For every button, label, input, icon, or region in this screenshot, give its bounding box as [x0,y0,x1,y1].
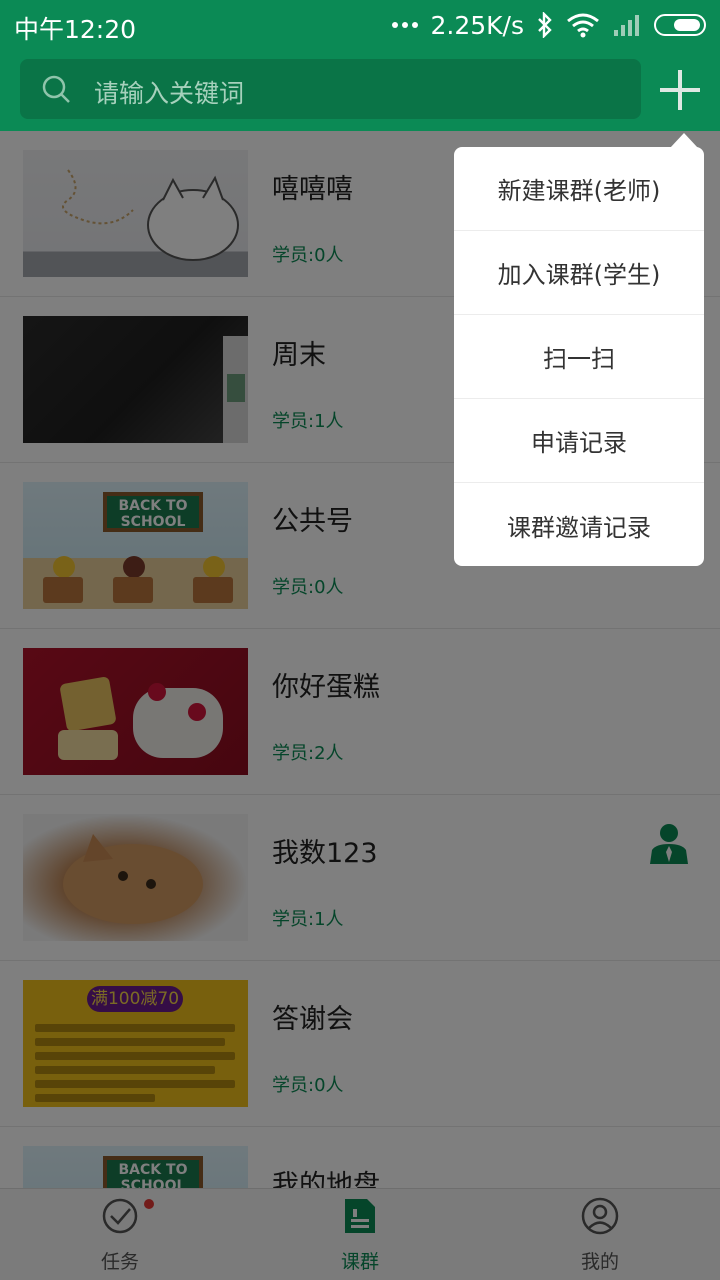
more-dots-icon [392,22,419,28]
menu-join-group[interactable]: 加入课群(学生) [454,231,704,315]
popup-arrow [670,133,698,148]
menu-create-group[interactable]: 新建课群(老师) [454,147,704,231]
menu-invitation-records[interactable]: 课群邀请记录 [454,483,704,566]
header: 请输入关键词 [0,50,720,131]
plus-icon[interactable] [656,66,704,114]
add-menu-popup: 新建课群(老师) 加入课群(学生) 扫一扫 申请记录 课群邀请记录 [454,147,704,566]
status-time: 中午12:20 [14,15,137,44]
search-input[interactable]: 请输入关键词 [20,59,641,119]
status-icons: 2.25K/s [392,8,706,42]
signal-icon [614,15,639,36]
network-speed: 2.25K/s [430,10,524,40]
bluetooth-icon [538,12,552,38]
search-icon [42,75,70,103]
battery-icon [654,14,706,36]
wifi-icon [567,13,599,38]
status-bar: 中午12:20 2.25K/s [0,0,720,50]
menu-application-records[interactable]: 申请记录 [454,399,704,483]
menu-scan[interactable]: 扫一扫 [454,315,704,399]
search-placeholder: 请输入关键词 [94,79,245,108]
